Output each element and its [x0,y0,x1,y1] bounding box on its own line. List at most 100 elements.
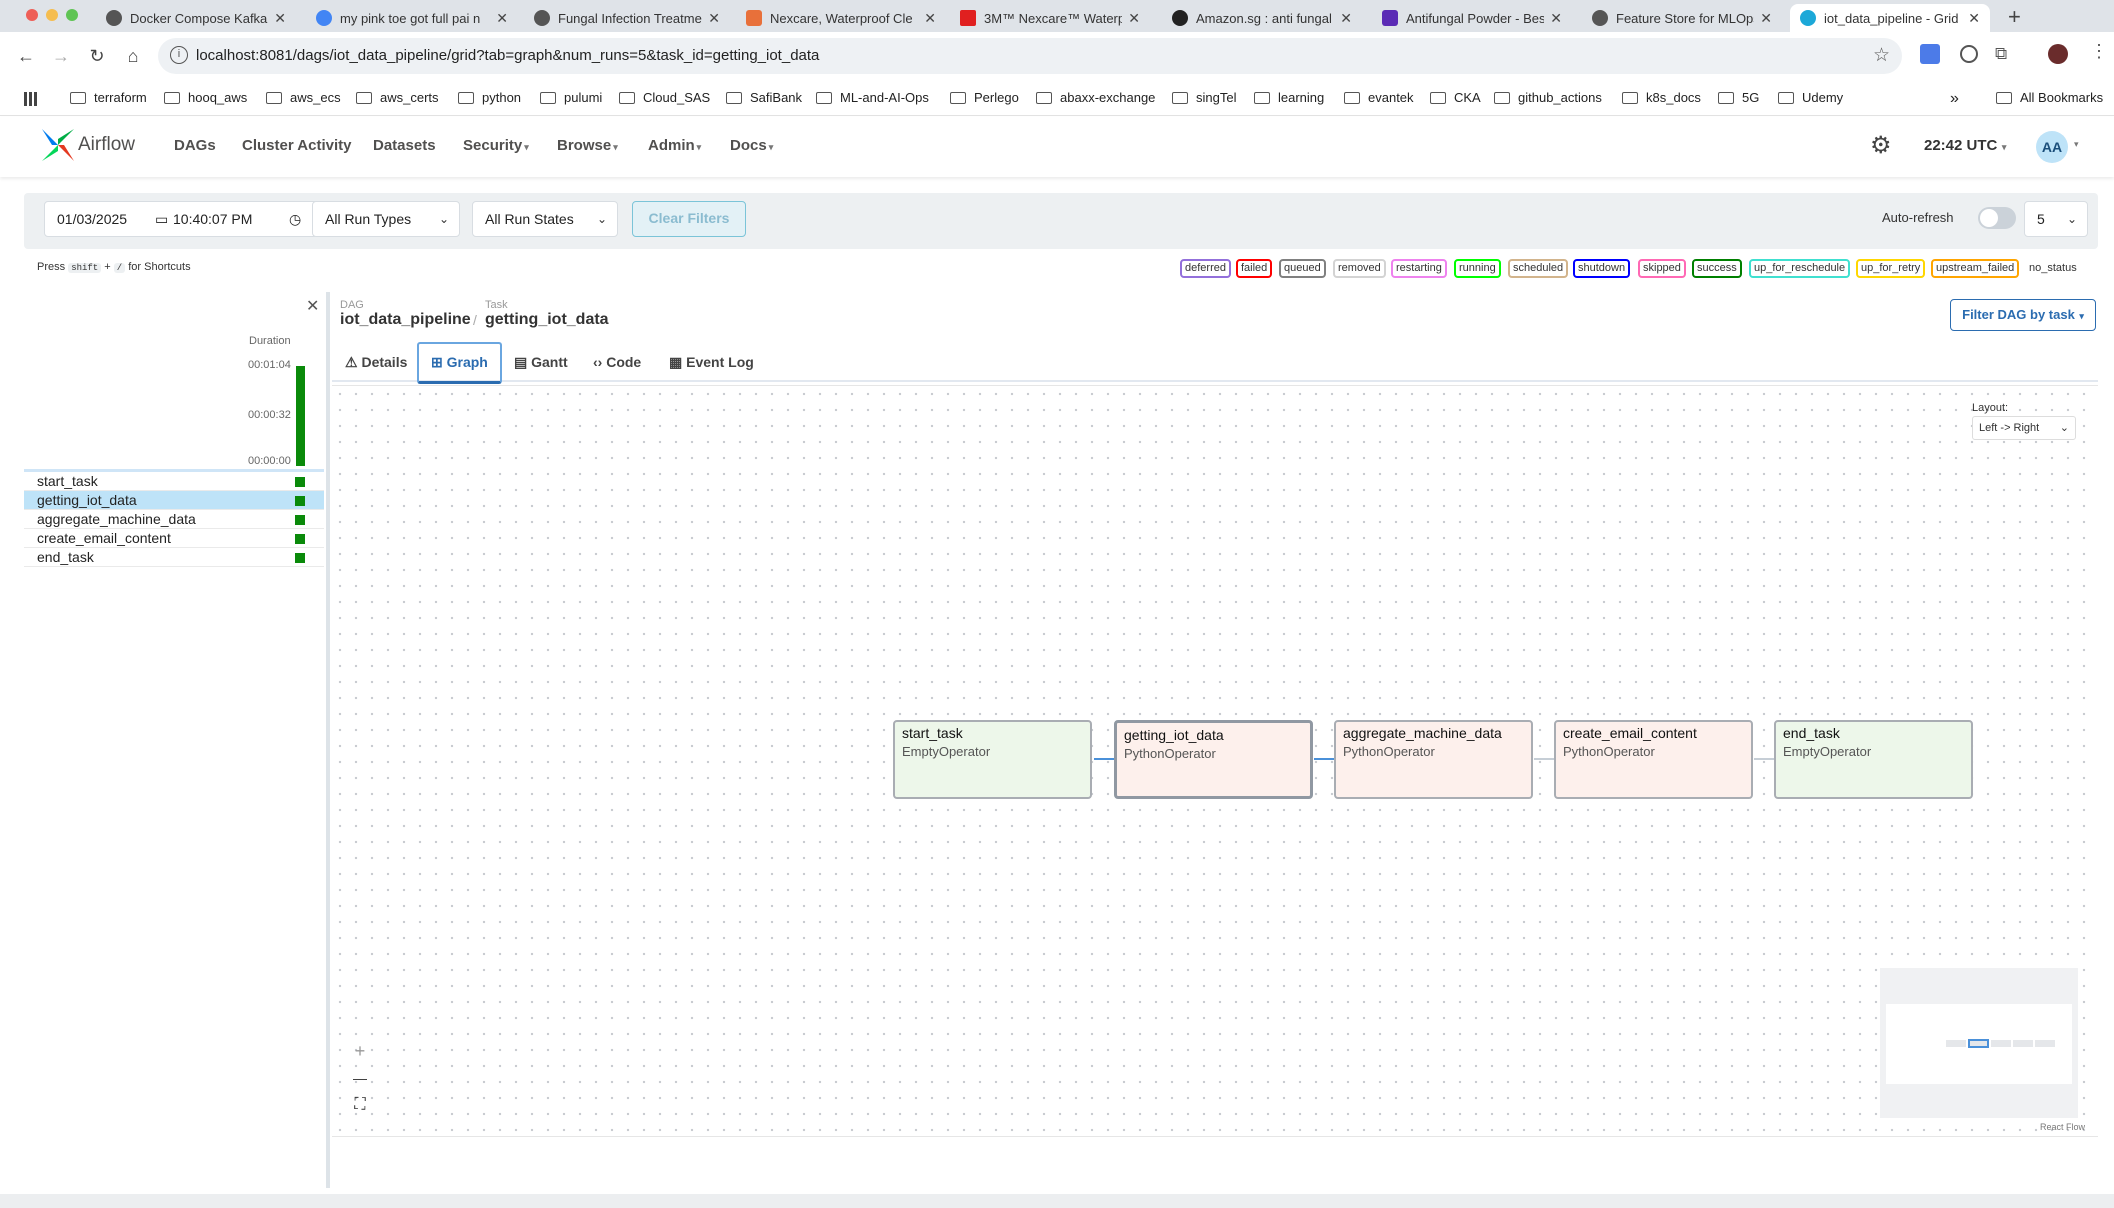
status-legend-up-for-reschedule[interactable]: up_for_reschedule [1749,259,1851,278]
task-instance-success[interactable] [295,496,305,506]
status-legend-running[interactable]: running [1454,259,1501,278]
airflow-logo-icon[interactable] [38,125,78,165]
num-runs-select[interactable]: 5 ⌄ [2024,201,2088,237]
bookmark-folder[interactable]: CKA [1430,90,1481,105]
status-legend-shutdown[interactable]: shutdown [1573,259,1631,278]
user-avatar[interactable]: AA [2036,131,2068,163]
browser-tab[interactable]: Nexcare, Waterproof Cle ✕ [736,4,946,32]
bookmark-folder[interactable]: k8s_docs [1622,90,1701,105]
home-icon[interactable]: ⌂ [119,42,147,70]
forward-icon[interactable]: → [47,42,75,70]
bookmark-folder[interactable]: hooq_aws [164,90,247,105]
bookmark-folder[interactable]: Udemy [1778,90,1843,105]
close-tab-icon[interactable]: ✕ [274,10,286,27]
nav-dags[interactable]: DAGs [174,137,216,154]
auto-refresh-toggle[interactable] [1978,207,2016,229]
status-legend-restarting[interactable]: restarting [1391,259,1447,278]
close-tab-icon[interactable]: ✕ [496,10,508,27]
airflow-logo-text[interactable]: Airflow [78,134,135,156]
browser-tab[interactable]: Fungal Infection Treatme ✕ [524,4,730,32]
nav-admin[interactable]: Admin ▾ [648,137,701,154]
tab-gantt[interactable]: ▤ Gantt [514,354,568,371]
browser-tab-active[interactable]: iot_data_pipeline - Grid ✕ [1790,4,1990,32]
bookmark-folder[interactable]: terraform [70,90,147,105]
fit-view-button[interactable]: ⛶ [346,1092,374,1118]
nav-docs[interactable]: Docs ▾ [730,137,773,154]
task-instance-success[interactable] [295,477,305,487]
browser-tab[interactable]: 3M™ Nexcare™ Waterpr ✕ [950,4,1150,32]
status-legend-up-for-retry[interactable]: up_for_retry [1856,259,1926,278]
browser-menu-icon[interactable]: ⋮ [2090,41,2108,62]
all-bookmarks-button[interactable]: All Bookmarks [1996,90,2103,105]
graph-minimap[interactable] [1880,968,2078,1118]
caret-down-icon[interactable]: ▾ [2074,139,2079,150]
breadcrumb-task[interactable]: getting_iot_data [485,311,609,329]
close-tab-icon[interactable]: ✕ [1760,10,1772,27]
bookmark-folder[interactable]: aws_ecs [266,90,341,105]
browser-tab[interactable]: Antifungal Powder - Bes ✕ [1372,4,1572,32]
grid-task-row[interactable]: create_email_content [24,529,324,548]
graph-node-getting-iot-data-selected[interactable]: getting_iot_data PythonOperator [1114,720,1313,799]
status-legend-deferred[interactable]: deferred [1180,259,1231,278]
profile-avatar-icon[interactable] [2048,44,2068,64]
minimize-window-button[interactable] [46,9,58,21]
bookmark-folder[interactable]: Perlego [950,90,1019,105]
breadcrumb-dag[interactable]: iot_data_pipeline [340,311,471,329]
tab-event-log[interactable]: ▦ Event Log [669,354,754,371]
reload-icon[interactable]: ↻ [83,42,111,70]
close-window-button[interactable] [26,9,38,21]
grid-task-row-selected[interactable]: getting_iot_data [24,491,324,510]
calendar-icon[interactable]: ▭ [155,202,168,236]
status-legend-queued[interactable]: queued [1279,259,1326,278]
collapse-grid-icon[interactable]: ✕ [306,296,319,316]
maximize-window-button[interactable] [66,9,78,21]
status-legend-success[interactable]: success [1692,259,1742,278]
nav-browse[interactable]: Browse ▾ [557,137,618,154]
bookmark-folder[interactable]: abaxx-exchange [1036,90,1155,105]
close-tab-icon[interactable]: ✕ [708,10,720,27]
close-tab-icon[interactable]: ✕ [924,10,936,27]
browser-tab[interactable]: Feature Store for MLOps ✕ [1582,4,1782,32]
browser-tab[interactable]: Docker Compose Kafka S ✕ [96,4,296,32]
browser-tab[interactable]: my pink toe got full pai n ✕ [306,4,518,32]
task-instance-success[interactable] [295,534,305,544]
close-tab-icon[interactable]: ✕ [1340,10,1352,27]
bookmark-folder[interactable]: learning [1254,90,1324,105]
base-date-input[interactable]: 01/03/2025 ▭ 10:40:07 PM ◷ [44,201,318,237]
apps-grid-icon[interactable] [24,92,38,106]
nav-security[interactable]: Security ▾ [463,137,529,154]
bookmark-folder[interactable]: ML-and-AI-Ops [816,90,929,105]
status-legend-scheduled[interactable]: scheduled [1508,259,1569,278]
status-legend-removed[interactable]: removed [1333,259,1386,278]
grid-task-row[interactable]: aggregate_machine_data [24,510,324,529]
tab-graph[interactable]: ⊞ Graph [431,354,488,371]
new-tab-button[interactable]: + [2008,4,2021,30]
bookmark-folder[interactable]: python [458,90,521,105]
extensions-puzzle-icon[interactable]: ⧉ [1995,44,2007,64]
run-states-select[interactable]: All Run States ⌄ [472,201,618,237]
bookmark-folder[interactable]: SafiBank [726,90,802,105]
status-legend-no-status[interactable]: no_status [2024,259,2082,278]
graph-node-end-task[interactable]: end_task EmptyOperator [1774,720,1973,799]
more-bookmarks-button[interactable]: » [1950,90,1959,108]
close-tab-icon[interactable]: ✕ [1550,10,1562,27]
tab-code[interactable]: ‹› Code [593,354,641,370]
grid-task-row[interactable]: end_task [24,548,324,567]
graph-node-start-task[interactable]: start_task EmptyOperator [893,720,1092,799]
horizontal-scrollbar[interactable] [0,1194,2114,1208]
nav-datasets[interactable]: Datasets [373,137,436,154]
clock-icon[interactable]: ◷ [289,202,301,236]
back-icon[interactable]: ← [12,42,40,70]
dag-run-duration-bar[interactable] [296,366,305,466]
graph-node-create-email-content[interactable]: create_email_content PythonOperator [1554,720,1753,799]
task-instance-success[interactable] [295,553,305,563]
task-instance-success[interactable] [295,515,305,525]
site-info-icon[interactable]: i [170,46,188,64]
bookmark-folder[interactable]: singTel [1172,90,1236,105]
status-legend-skipped[interactable]: skipped [1638,259,1686,278]
gear-icon[interactable]: ⚙ [1870,131,1892,160]
zoom-in-button[interactable]: + [346,1038,374,1064]
zoom-out-button[interactable]: — [346,1065,374,1091]
bookmark-folder[interactable]: evantek [1344,90,1414,105]
react-flow-attribution[interactable]: React Flow [2040,1122,2085,1132]
